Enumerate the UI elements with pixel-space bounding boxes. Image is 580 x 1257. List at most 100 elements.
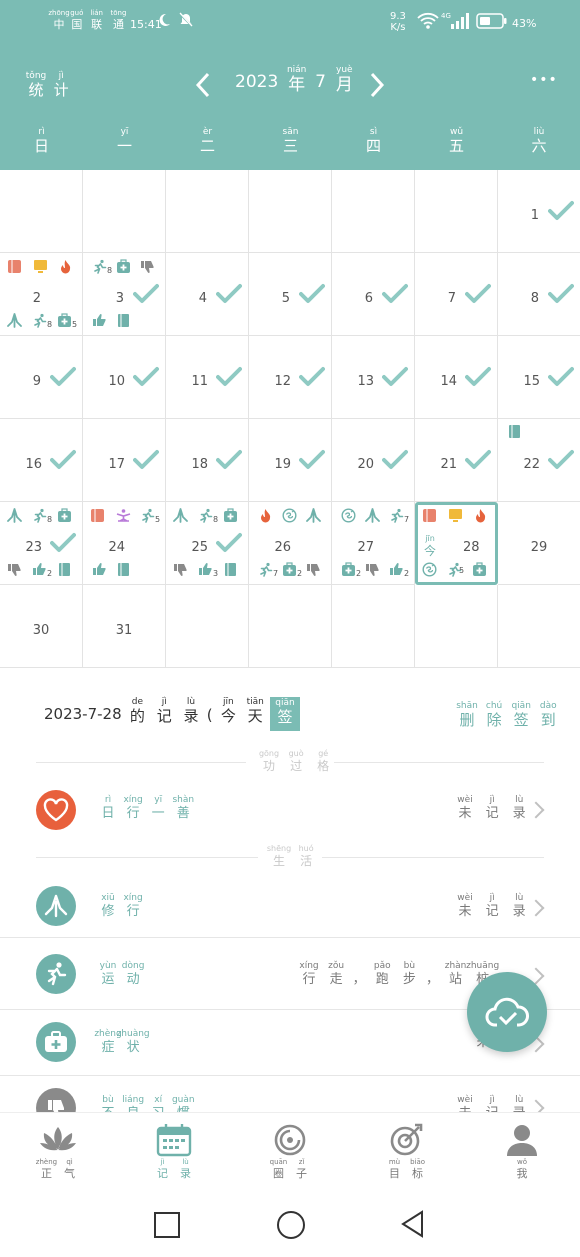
nav-me[interactable]: wǒ 我 [482, 1123, 562, 1179]
icon-count: 8 [47, 515, 53, 524]
medical-kit-icon [472, 562, 487, 577]
calendar-day-cell[interactable]: 11 [166, 336, 249, 419]
day-number: 8 [530, 291, 539, 306]
day-number: 11 [191, 374, 208, 389]
calendar-day-cell[interactable]: 29 [498, 502, 580, 585]
thumbs-up-icon: 2 [389, 562, 409, 578]
nav-goals[interactable]: mù 目 biāo 标 [366, 1123, 446, 1179]
calendar-day-cell[interactable]: 2 8 5 [0, 253, 83, 336]
nav-records[interactable]: jì 记 lù 录 [134, 1123, 214, 1179]
icon-count: 7 [273, 569, 279, 578]
weekday-label: liù 六 [531, 127, 547, 155]
next-month-button[interactable] [368, 72, 386, 102]
nav-zhengqi[interactable]: zhèng 正 qì 气 [18, 1123, 98, 1179]
calendar-day-cell[interactable]: 16 [0, 419, 83, 502]
thumbs-down-icon [365, 562, 380, 577]
calendar-day-cell-selected[interactable]: 28 5 jīn 今 [415, 502, 498, 585]
calendar-day-cell[interactable]: 23 8 2 [0, 502, 83, 585]
divider [322, 857, 544, 858]
calendar-day-cell[interactable]: 26 7 2 [249, 502, 332, 585]
calendar-day-cell[interactable]: 13 [332, 336, 415, 419]
calendar-day-cell[interactable]: 1 [498, 170, 580, 253]
calendar-day-cell[interactable]: 6 [332, 253, 415, 336]
weekday-label: sān 三 [282, 127, 299, 155]
row-status: wèi未 jì记 lù录 [457, 893, 526, 919]
calendar-day-cell[interactable]: 4 [166, 253, 249, 336]
medical-kit-icon: 2 [282, 562, 302, 578]
calendar-day-cell[interactable]: 19 [249, 419, 332, 502]
back-button[interactable] [400, 1210, 426, 1242]
calendar-empty-cell [415, 585, 498, 668]
nav-circle[interactable]: quān 圈 zǐ 子 [250, 1123, 330, 1179]
icon-count: 5 [72, 320, 78, 329]
row-practice[interactable]: xiū 修 xíng 行 wèi 未 jì 记 lù 录 [0, 880, 580, 938]
stats-button[interactable]: tǒng 统 jì 计 [26, 72, 71, 98]
calendar-empty-cell [249, 585, 332, 668]
journal-icon [116, 562, 131, 577]
running-icon: 5 [140, 508, 160, 524]
day-number: 5 [281, 291, 290, 306]
calendar-day-cell[interactable]: 21 [415, 419, 498, 502]
running-icon [36, 954, 76, 994]
checkmark-icon [216, 532, 242, 554]
icon-count: 2 [404, 569, 410, 578]
journal-icon [223, 562, 238, 577]
checkmark-icon [50, 532, 76, 554]
day-number: 1 [530, 208, 539, 223]
weekday-label: wǔ 五 [448, 127, 464, 155]
day-number: 20 [357, 457, 374, 472]
om-symbol-icon [341, 508, 356, 523]
home-button[interactable] [277, 1211, 305, 1239]
checkmark-icon [216, 366, 242, 388]
battery-percent: 43% [512, 17, 537, 30]
circle-community-icon [274, 1124, 306, 1156]
journal-icon [116, 313, 131, 328]
more-icon[interactable]: ••• [530, 72, 558, 88]
calendar-day-cell[interactable]: 17 [83, 419, 166, 502]
prev-month-button[interactable] [194, 72, 212, 102]
calendar-day-cell[interactable]: 25 8 3 [166, 502, 249, 585]
praying-hands-icon [306, 508, 321, 523]
icon-count: 2 [297, 569, 303, 578]
calendar-day-cell[interactable]: 12 [249, 336, 332, 419]
calendar-empty-cell [166, 585, 249, 668]
calendar-day-cell[interactable]: 14 [415, 336, 498, 419]
calendar-day-cell[interactable]: 31 [83, 585, 166, 668]
recent-apps-button[interactable] [154, 1212, 180, 1238]
calendar-day-cell[interactable]: 18 [166, 419, 249, 502]
om-symbol-icon [422, 562, 437, 577]
calendar-day-cell[interactable]: 27 7 2 2 [332, 502, 415, 585]
net-speed: 9.3 K/s [390, 11, 406, 33]
journal-icon [507, 424, 522, 439]
praying-hands-icon [173, 508, 188, 523]
medical-kit-icon [57, 508, 72, 523]
calendar-day-cell[interactable]: 5 [249, 253, 332, 336]
calendar-day-cell[interactable]: 15 [498, 336, 580, 419]
icon-count: 5 [155, 515, 161, 524]
day-number: 25 [191, 540, 208, 555]
day-number: 30 [32, 623, 50, 638]
calendar-empty-cell [83, 170, 166, 253]
system-navigation-bar [0, 1198, 580, 1257]
calendar-day-cell[interactable]: 22 [498, 419, 580, 502]
calendar-day-cell[interactable]: 8 [498, 253, 580, 336]
calendar-empty-cell [415, 170, 498, 253]
calendar-day-cell[interactable]: 24 5 [83, 502, 166, 585]
thumbs-down-icon [306, 562, 321, 577]
thumbs-down-icon [173, 562, 188, 577]
row-daily-good-deed[interactable]: rì 日 xíng 行 yī 一 shàn 善 wèi 未 jì 记 lù 录 [0, 784, 580, 838]
thumbs-up-icon: 3 [198, 562, 218, 578]
delete-sign-in-button[interactable]: shān 删 chú 除 qiān 签 dào 到 [456, 702, 559, 728]
calendar-day-cell[interactable]: 7 [415, 253, 498, 336]
calendar-day-cell[interactable]: 20 [332, 419, 415, 502]
calendar-day-cell[interactable]: 10 [83, 336, 166, 419]
calendar-day-cell[interactable]: 38 [83, 253, 166, 336]
day-number: 28 [463, 540, 480, 555]
calendar-day-cell[interactable]: 30 [0, 585, 83, 668]
cloud-sync-button[interactable] [467, 972, 547, 1052]
medical-kit-icon [116, 259, 131, 274]
day-number: 2 [32, 291, 41, 306]
checkmark-icon [548, 449, 574, 471]
calendar-day-cell[interactable]: 9 [0, 336, 83, 419]
day-number: 24 [108, 540, 125, 555]
